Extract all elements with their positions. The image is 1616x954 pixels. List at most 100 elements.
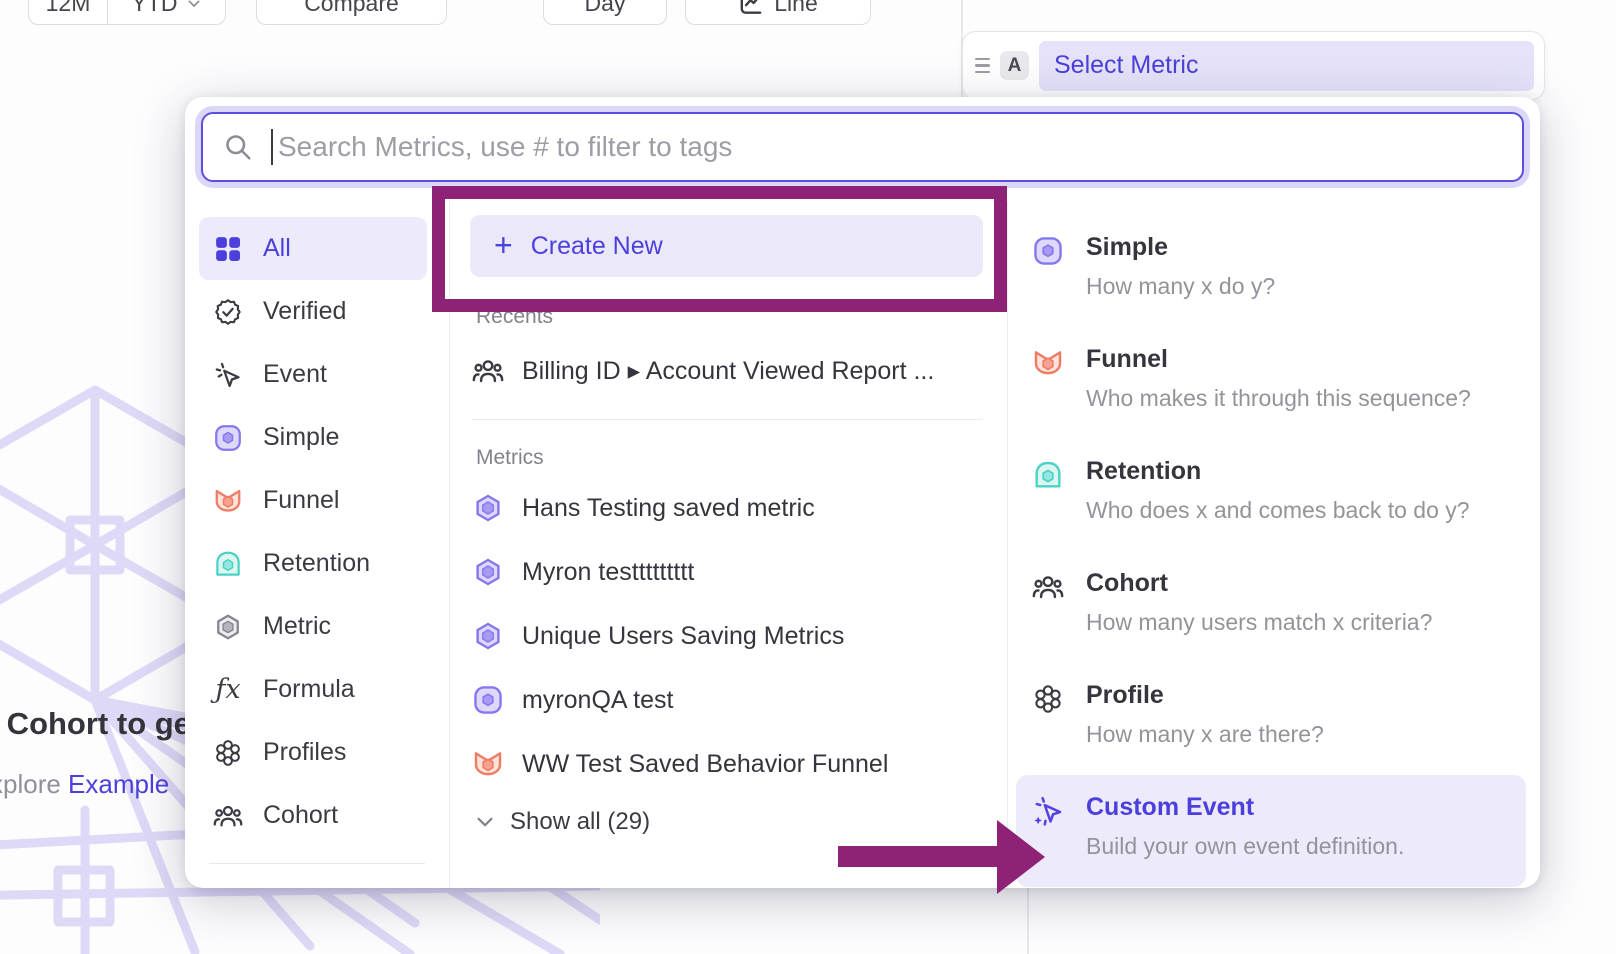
custom-event-icon	[1032, 795, 1064, 827]
search-bar	[201, 112, 1524, 182]
metric-item-unique-users-saving-metrics[interactable]: Unique Users Saving Metrics	[472, 610, 1007, 662]
sidebar-item-label: Formula	[263, 675, 355, 704]
range-12m-label: 12M	[46, 0, 91, 17]
category-sidebar: All Verified Event Simple Funnel Retention Met…	[185, 201, 450, 888]
plus-icon: +	[494, 229, 513, 261]
recent-item[interactable]: Billing ID ▸ Account Viewed Report ...	[472, 345, 1007, 397]
hexagon-purple-icon	[472, 556, 504, 588]
search-input[interactable]	[274, 131, 1502, 163]
metric-type-title: Simple	[1086, 233, 1275, 262]
sidebar-item-label: Cohort	[263, 801, 338, 830]
line-chart-type-button[interactable]: Line	[685, 0, 871, 25]
range-ytd-button[interactable]: YTD	[107, 0, 225, 24]
recents-header: Recents	[476, 305, 1007, 329]
people-icon	[1032, 571, 1064, 603]
people-icon	[213, 801, 243, 831]
sidebar-item-label: Profiles	[263, 738, 346, 767]
sidebar-item-label: Simple	[263, 423, 339, 452]
metric-type-funnel[interactable]: Funnel Who makes it through this sequence…	[1008, 327, 1540, 439]
metric-type-profile[interactable]: ProfileHow many x are there?	[1008, 663, 1540, 775]
sidebar-item-label: Retention	[263, 549, 370, 578]
text-cursor	[271, 129, 273, 165]
range-12m-button[interactable]: 12M	[29, 0, 107, 24]
hexagon-purple-icon	[472, 492, 504, 524]
simple-icon	[213, 423, 243, 453]
sidebar-item-event[interactable]: Event	[199, 343, 427, 406]
day-granularity-button[interactable]: Day	[543, 0, 667, 25]
sidebar-item-simple[interactable]: Simple	[199, 406, 427, 469]
sidebar-item-formula[interactable]: ƒx Formula	[199, 658, 427, 721]
metric-type-simple[interactable]: Simple How many x do y?	[1008, 215, 1540, 327]
metric-type-title: Profile	[1086, 681, 1324, 710]
metric-item-myron-testtttttttt[interactable]: Myron testtttttttt	[472, 546, 1007, 598]
sidebar-item-tags[interactable]: Tags	[199, 874, 427, 888]
sidebar-item-metric[interactable]: Metric	[199, 595, 427, 658]
metric-type-custom-event[interactable]: Custom EventBuild your own event definit…	[1016, 775, 1526, 887]
metric-item-hans-testing-saved-metric[interactable]: Hans Testing saved metric	[472, 482, 1007, 534]
metric-selector-card: A Select Metric	[962, 31, 1545, 100]
metrics-header: Metrics	[476, 446, 1007, 470]
page-root: 12M YTD Compare Day Line	[0, 0, 1616, 954]
simple-icon	[1032, 235, 1064, 267]
hexagon-gray-icon	[213, 612, 243, 642]
compare-button[interactable]: Compare	[256, 0, 447, 25]
metric-type-title: Funnel	[1086, 345, 1471, 374]
sidebar-item-funnel[interactable]: Funnel	[199, 469, 427, 532]
panel-divider-bottom	[1027, 888, 1029, 954]
sidebar-item-label: Event	[263, 360, 327, 389]
create-new-label: Create New	[531, 232, 663, 261]
metric-type-description: Who does x and comes back to do y?	[1086, 497, 1470, 524]
fx-icon: ƒx	[213, 675, 243, 705]
metric-type-description: How many users match x criteria?	[1086, 609, 1432, 636]
chevron-down-icon	[474, 811, 496, 833]
metric-item-label: Unique Users Saving Metrics	[522, 622, 844, 651]
sidebar-item-label: Verified	[263, 297, 346, 326]
date-range-segmented-control: 12M YTD	[28, 0, 226, 25]
metric-item-label: myronQA test	[522, 686, 673, 715]
sidebar-item-profiles[interactable]: Profiles	[199, 721, 427, 784]
explore-prefix: xplore	[0, 769, 68, 799]
select-metric-label: Select Metric	[1054, 51, 1198, 80]
series-a-badge: A	[1000, 51, 1029, 80]
flower-icon	[213, 738, 243, 768]
search-icon	[223, 132, 253, 162]
flower-icon	[1032, 683, 1064, 715]
metric-type-cohort[interactable]: Cohort How many users match x criteria?	[1008, 551, 1540, 663]
chevron-down-icon	[186, 0, 202, 12]
create-new-button[interactable]: + Create New	[470, 215, 983, 277]
sidebar-item-all[interactable]: All	[199, 217, 427, 280]
line-chart-icon	[738, 0, 764, 17]
metric-type-description: How many x do y?	[1086, 273, 1275, 300]
metric-type-title: Cohort	[1086, 569, 1432, 598]
metric-item-myronqa-test[interactable]: myronQA test	[472, 674, 1007, 726]
metric-item-label: WW Test Saved Behavior Funnel	[522, 750, 888, 779]
example-link[interactable]: Example	[68, 769, 169, 799]
line-label: Line	[774, 0, 817, 17]
sidebar-item-label: All	[263, 234, 291, 263]
retention-icon	[1032, 459, 1064, 491]
show-all-button[interactable]: Show all (29)	[474, 808, 1007, 836]
metric-item-ww-test-saved-behavior-funnel[interactable]: WW Test Saved Behavior Funnel	[472, 738, 1007, 790]
drag-handle-icon[interactable]	[975, 58, 990, 73]
funnel-icon	[213, 486, 243, 516]
range-ytd-label: YTD	[132, 0, 178, 17]
section-divider	[472, 419, 983, 420]
background-heading-fragment: r Cohort to ge	[0, 706, 191, 742]
select-metric-field[interactable]: Select Metric	[1039, 41, 1534, 91]
sidebar-item-label: Funnel	[263, 486, 339, 515]
people-icon	[472, 355, 504, 387]
metric-type-description: Who makes it through this sequence?	[1086, 385, 1471, 412]
retention-icon	[213, 549, 243, 579]
metric-type-retention[interactable]: RetentionWho does x and comes back to do…	[1008, 439, 1540, 551]
recent-item-label: Billing ID ▸ Account Viewed Report ...	[522, 356, 934, 386]
sidebar-item-label: Metric	[263, 612, 331, 641]
metric-type-description: Build your own event definition.	[1086, 833, 1404, 860]
background-explore-line: xplore Example	[0, 769, 169, 800]
sidebar-item-cohort[interactable]: Cohort	[199, 784, 427, 847]
funnel-icon	[1032, 347, 1064, 379]
hexagon-purple-icon	[472, 620, 504, 652]
sidebar-divider	[209, 863, 425, 864]
sidebar-item-verified[interactable]: Verified	[199, 280, 427, 343]
funnel-icon	[472, 748, 504, 780]
sidebar-item-retention[interactable]: Retention	[199, 532, 427, 595]
